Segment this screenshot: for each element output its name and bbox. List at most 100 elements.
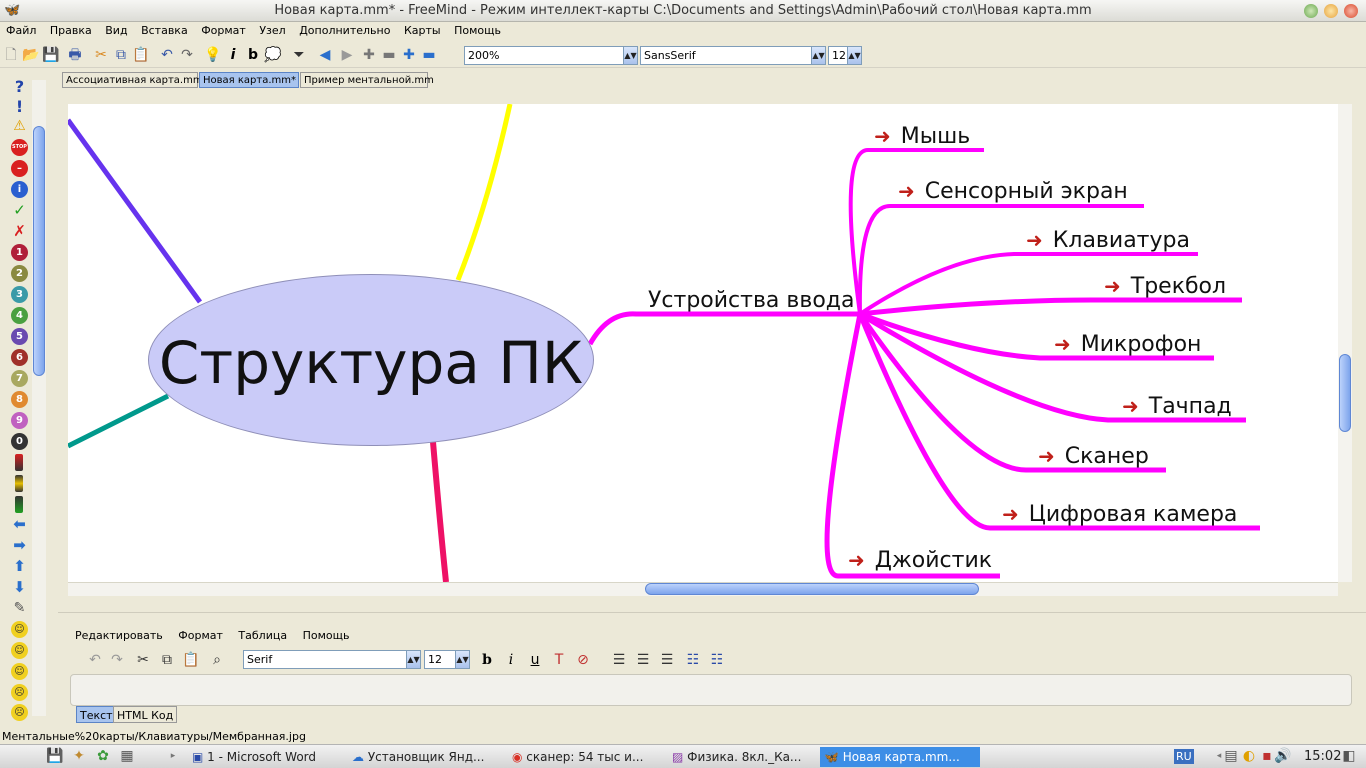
notes-menu-table[interactable]: Таблица	[238, 629, 287, 642]
map-horizontal-scroll-thumb[interactable]	[645, 583, 979, 595]
zoom-out-grey-icon[interactable]: ▬	[380, 46, 398, 64]
task-word[interactable]: ▣ 1 - Microsoft Word	[188, 747, 338, 767]
quick-save-icon[interactable]: 💾	[46, 747, 64, 765]
menu-file[interactable]: Файл	[2, 22, 40, 39]
traffic-light-red-icon[interactable]	[15, 454, 23, 471]
priority-3-icon[interactable]: 3	[11, 286, 28, 303]
quick-app-icon[interactable]: ✦	[70, 747, 88, 765]
quick-gear-icon[interactable]: ✿	[94, 747, 112, 765]
arrow-left-icon[interactable]: ⬅	[11, 516, 28, 533]
node-input-devices[interactable]: Устройства ввода	[648, 288, 854, 313]
quick-calendar-icon[interactable]: ▦	[118, 747, 136, 765]
cloud-icon[interactable]: 💭	[264, 46, 282, 64]
tab-new-map[interactable]: Новая карта.mm*	[199, 72, 299, 88]
cross-icon[interactable]: ✗	[11, 223, 28, 240]
node-joystick[interactable]: ➜ Джойстик	[848, 548, 992, 573]
node-touchscreen[interactable]: ➜ Сенсорный экран	[898, 179, 1128, 204]
clock[interactable]: 15:02	[1304, 749, 1341, 764]
chevron-down-icon[interactable]: ▲▼	[811, 47, 825, 64]
menu-maps[interactable]: Карты	[400, 22, 445, 39]
priority-8-icon[interactable]: 8	[11, 391, 28, 408]
cut-icon[interactable]: ✂	[92, 46, 110, 64]
notes-copy-icon[interactable]: ⧉	[158, 651, 176, 669]
tab-associative-map[interactable]: Ассоциативная карта.mm	[62, 72, 203, 88]
menu-format[interactable]: Формат	[197, 22, 250, 39]
task-chrome[interactable]: ◉ сканер: 54 тыс и...	[508, 747, 660, 767]
chevron-down-icon[interactable]: ▲▼	[623, 47, 637, 64]
copy-icon[interactable]: ⧉	[112, 46, 130, 64]
menu-help[interactable]: Помощь	[450, 22, 505, 39]
priority-7-icon[interactable]: 7	[11, 370, 28, 387]
priority-2-icon[interactable]: 2	[11, 265, 28, 282]
priority-6-icon[interactable]: 6	[11, 349, 28, 366]
notes-undo-icon[interactable]: ↶	[86, 651, 104, 669]
smiley-oh-icon[interactable]: ☺	[11, 663, 28, 680]
icon-palette-scrollbar[interactable]	[32, 80, 46, 716]
close-button[interactable]	[1344, 4, 1358, 18]
exclamation-icon[interactable]: !	[11, 98, 28, 115]
zoom-in-icon[interactable]: ✚	[400, 46, 418, 64]
arrow-right-icon[interactable]: ➡	[11, 537, 28, 554]
stop-icon[interactable]: STOP	[11, 139, 28, 156]
align-center-icon[interactable]: ☰	[634, 651, 652, 669]
traffic-light-yellow-icon[interactable]	[15, 475, 23, 492]
show-desktop-icon[interactable]: ◧	[1340, 747, 1358, 765]
priority-1-icon[interactable]: 1	[11, 244, 28, 261]
map-vertical-scrollbar[interactable]	[1338, 104, 1352, 582]
align-right-icon[interactable]: ☰	[658, 651, 676, 669]
forward-arrow-icon[interactable]: ▶	[338, 46, 356, 64]
task-freemind[interactable]: 🦋 Новая карта.mm...	[820, 747, 980, 767]
node-touchpad[interactable]: ➜ Тачпад	[1122, 394, 1232, 419]
notes-font-combo[interactable]: Serif ▲▼	[243, 650, 421, 669]
notes-menu-help[interactable]: Помощь	[303, 629, 350, 642]
menu-view[interactable]: Вид	[101, 22, 131, 39]
tab-notes-text[interactable]: Текст	[76, 706, 117, 723]
align-left-icon[interactable]: ☰	[610, 651, 628, 669]
paste-icon[interactable]: 📋	[132, 46, 150, 64]
redo-icon[interactable]: ↷	[178, 46, 196, 64]
tab-notes-html[interactable]: HTML Код	[113, 706, 178, 723]
map-vertical-scroll-thumb[interactable]	[1339, 354, 1351, 432]
pencil-icon[interactable]: ✎	[11, 600, 28, 617]
notes-font-size-combo[interactable]: 12 ▲▼	[424, 650, 470, 669]
numbered-list-icon[interactable]: ☷	[708, 651, 726, 669]
chevron-down-icon[interactable]: ▲▼	[847, 47, 861, 64]
notes-text-area[interactable]	[70, 674, 1352, 706]
open-icon[interactable]: 📂	[22, 46, 40, 64]
notes-redo-icon[interactable]: ↷	[108, 651, 126, 669]
priority-9-icon[interactable]: 9	[11, 412, 28, 429]
menu-edit[interactable]: Правка	[46, 22, 96, 39]
notes-cut-icon[interactable]: ✂	[134, 651, 152, 669]
task-physics[interactable]: ▨ Физика. 8кл._Ка...	[668, 747, 814, 767]
notes-italic-icon[interactable]: i	[502, 651, 520, 669]
node-trackball[interactable]: ➜ Трекбол	[1104, 274, 1226, 299]
tray-yandex-icon[interactable]: ◐	[1240, 747, 1258, 765]
zoom-out-icon[interactable]: ▬	[420, 46, 438, 64]
arrow-down-icon[interactable]: ⬇	[11, 579, 28, 596]
taskbar-chevron-icon[interactable]: ▸	[164, 747, 182, 765]
no-entry-icon[interactable]: –	[11, 160, 28, 177]
back-arrow-icon[interactable]: ◀	[316, 46, 334, 64]
notes-text-color-icon[interactable]: T	[550, 651, 568, 669]
node-mouse[interactable]: ➜ Мышь	[874, 124, 970, 149]
warning-icon[interactable]: ⚠	[11, 118, 28, 135]
print-icon[interactable]: 🖶	[66, 46, 84, 64]
notes-underline-icon[interactable]: u	[526, 651, 544, 669]
node-scanner[interactable]: ➜ Сканер	[1038, 444, 1149, 469]
menu-tools[interactable]: Дополнительно	[295, 22, 394, 39]
priority-4-icon[interactable]: 4	[11, 307, 28, 324]
language-indicator[interactable]: RU	[1174, 749, 1194, 764]
notes-bold-icon[interactable]: b	[478, 651, 496, 669]
bold-icon[interactable]: b	[244, 46, 262, 64]
font-size-combo[interactable]: 12 ▲▼	[828, 46, 862, 65]
node-digital-camera[interactable]: ➜ Цифровая камера	[1002, 502, 1237, 527]
start-apple-icon[interactable]	[18, 747, 36, 765]
new-file-icon[interactable]: 🗋	[2, 46, 20, 64]
menu-node[interactable]: Узел	[255, 22, 289, 39]
notes-find-icon[interactable]: ⌕	[208, 651, 226, 669]
smiley-happy-icon[interactable]: ☺	[11, 621, 28, 638]
filter-icon[interactable]: ⏷	[290, 46, 308, 64]
mind-map-canvas[interactable]: Структура ПК Устройства ввода ➜ Мышь ➜ Сен…	[68, 104, 1338, 582]
info-icon[interactable]: i	[11, 181, 28, 198]
italic-icon[interactable]: i	[224, 46, 242, 64]
